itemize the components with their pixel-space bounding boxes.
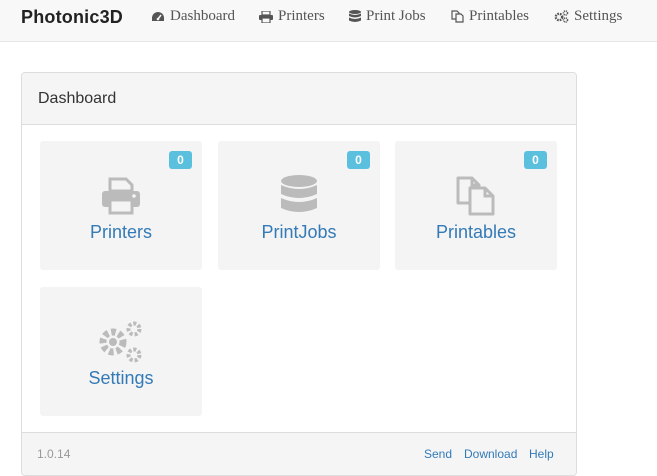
printers-count-badge: 0 xyxy=(169,151,192,169)
printer-icon xyxy=(102,177,140,215)
dashboard-icon xyxy=(152,11,164,21)
print-jobs-count-badge: 0 xyxy=(347,151,370,169)
dashboard-panel: Dashboard 0 Printers 0 PrintJobs 0 Print… xyxy=(21,72,577,476)
nav-item-print-jobs-label: Print Jobs xyxy=(366,8,426,24)
nav-item-printables[interactable]: Printables xyxy=(451,8,529,25)
gears-icon xyxy=(99,321,142,363)
nav-item-dashboard[interactable]: Dashboard xyxy=(151,8,235,25)
nav-item-printers-label: Printers xyxy=(278,8,325,24)
tile-printers-label: Printers xyxy=(89,222,152,242)
tile-print-jobs[interactable]: 0 PrintJobs xyxy=(218,141,380,270)
tile-settings-label: Settings xyxy=(88,368,154,388)
nav-item-printables-label: Printables xyxy=(469,8,529,24)
help-link[interactable]: Help xyxy=(529,447,554,461)
download-link[interactable]: Download xyxy=(464,447,517,461)
panel-footer: 1.0.14 Send Download Help xyxy=(22,432,576,475)
database-icon xyxy=(349,10,361,22)
files-icon xyxy=(456,176,495,216)
nav-item-print-jobs[interactable]: Print Jobs xyxy=(349,8,426,25)
database-icon xyxy=(281,175,317,212)
printer-icon xyxy=(259,10,273,23)
gears-icon xyxy=(554,10,569,23)
version-label: 1.0.14 xyxy=(37,447,71,461)
top-navbar: Photonic3D Dashboard Printers Print Jobs… xyxy=(0,0,657,42)
tile-printables-label: Printables xyxy=(435,222,517,242)
files-icon xyxy=(451,10,464,23)
panel-header: Dashboard xyxy=(22,73,576,125)
printables-count-badge: 0 xyxy=(524,151,547,169)
nav-item-dashboard-label: Dashboard xyxy=(170,8,235,24)
send-link[interactable]: Send xyxy=(424,447,452,461)
brand-logo-text[interactable]: Photonic3D xyxy=(21,7,123,28)
tile-printers[interactable]: 0 Printers xyxy=(40,141,202,270)
panel-title: Dashboard xyxy=(38,90,117,107)
tile-settings[interactable]: Settings xyxy=(40,287,202,416)
nav-item-settings-label: Settings xyxy=(574,8,623,24)
nav-item-settings[interactable]: Settings xyxy=(554,8,622,25)
nav-item-printers[interactable]: Printers xyxy=(259,8,325,25)
tile-print-jobs-label: PrintJobs xyxy=(261,222,337,242)
tile-printables[interactable]: 0 Printables xyxy=(395,141,557,270)
